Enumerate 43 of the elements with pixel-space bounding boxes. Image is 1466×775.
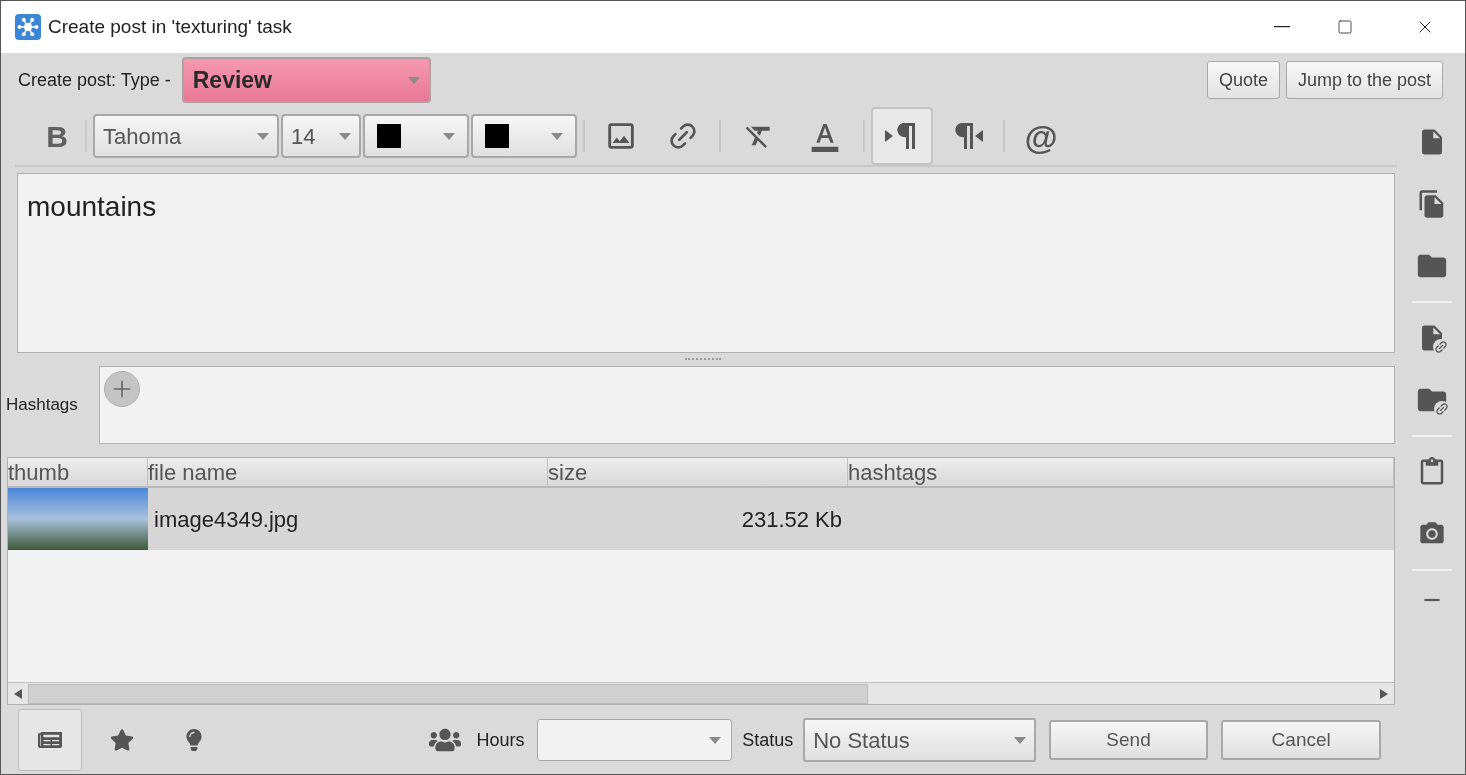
column-header[interactable]: thumb — [8, 458, 148, 486]
background-color-dropdown[interactable] — [471, 114, 577, 158]
editor-field[interactable]: mountains — [17, 173, 1395, 353]
font-family-dropdown[interactable]: Tahoma — [93, 114, 279, 158]
scrollbar-thumb[interactable] — [28, 683, 868, 704]
table-row[interactable]: image4349.jpg 231.52 Kb — [8, 488, 1394, 550]
column-header[interactable]: hashtags — [848, 458, 1394, 486]
document-list-icon[interactable] — [18, 709, 82, 771]
column-header[interactable]: size — [548, 458, 848, 486]
caret-icon — [257, 132, 269, 140]
pilcrow-right-button[interactable] — [871, 107, 933, 165]
bold-button[interactable]: B — [35, 112, 79, 160]
caret-icon — [551, 132, 563, 140]
caret-icon — [709, 736, 722, 744]
jump-to-post-button[interactable]: Jump to the post — [1285, 61, 1443, 99]
hashtags-label: Hashtags — [6, 394, 79, 417]
status-dropdown[interactable]: No Status — [803, 718, 1036, 762]
quote-button[interactable]: Quote — [1206, 61, 1280, 99]
editor-text: mountains — [27, 191, 157, 222]
table-cell-text: 231.52 Kb — [740, 505, 843, 534]
text-color-dropdown[interactable] — [363, 114, 469, 158]
post-type-dropdown[interactable]: Review — [181, 57, 431, 103]
add-hashtag-button[interactable] — [104, 371, 140, 407]
app-logo-icon — [15, 14, 41, 40]
caret-icon — [339, 132, 351, 140]
table-cell-text: image4349.jpg — [153, 505, 300, 534]
caret-icon — [407, 76, 420, 84]
caret-icon — [1013, 736, 1026, 744]
status-label: Status — [742, 728, 794, 752]
hashtags-field[interactable] — [99, 366, 1395, 444]
minimize-icon — [1274, 26, 1290, 28]
mention-button[interactable]: @ — [1011, 112, 1071, 160]
maximize-icon — [1337, 19, 1353, 35]
font-size-dropdown[interactable]: 14 — [281, 114, 361, 158]
hours-label: Hours — [476, 728, 525, 752]
post-type-label: Create post: Type - — [18, 68, 171, 92]
caret-icon — [443, 132, 455, 140]
column-header[interactable]: file name — [148, 458, 548, 486]
hours-field[interactable] — [536, 719, 733, 761]
horizontal-scrollbar[interactable] — [8, 682, 1394, 704]
cancel-button[interactable]: Cancel — [1221, 720, 1381, 760]
window-title: Create post in 'texturing' task — [48, 14, 292, 39]
send-button[interactable]: Send — [1048, 720, 1209, 760]
